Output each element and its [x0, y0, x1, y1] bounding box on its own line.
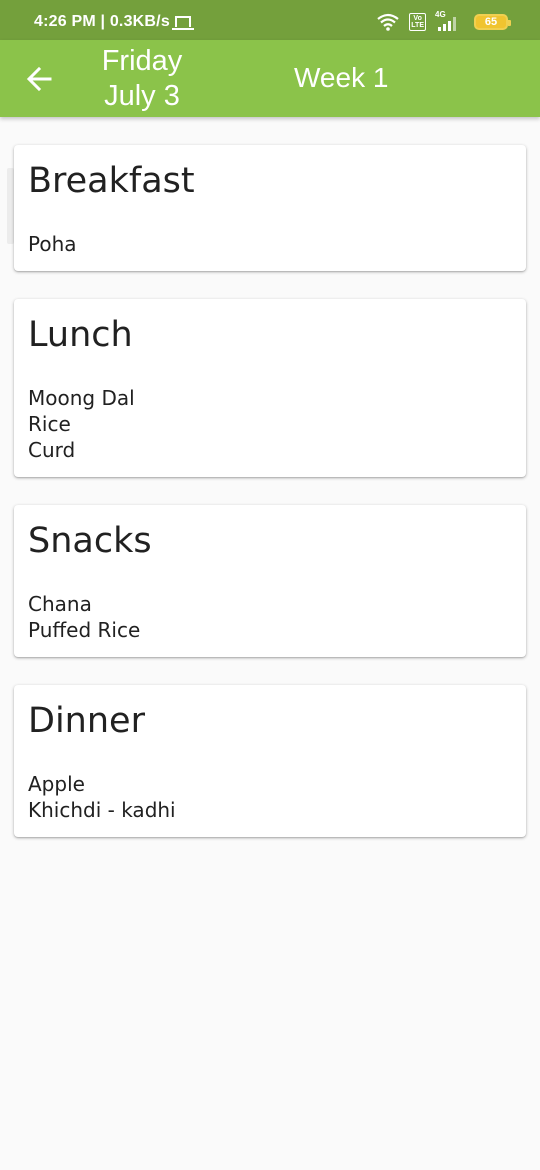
meal-item: Rice — [28, 412, 71, 436]
volte-top-label: Vo — [413, 15, 422, 22]
day-label: Friday — [101, 45, 183, 77]
meal-list: Breakfast Poha Lunch Moong Dal Rice Curd… — [14, 145, 526, 865]
week-title: Week 1 — [294, 62, 389, 93]
meal-items: Apple Khichdi - kadhi — [28, 771, 512, 823]
status-icons: Vo LTE 4G 65 — [377, 10, 511, 32]
meal-title: Dinner — [28, 701, 145, 741]
arrow-left-icon[interactable] — [26, 66, 52, 92]
back-button[interactable] — [20, 60, 58, 98]
meal-item: Chana — [28, 592, 92, 616]
meal-title: Snacks — [28, 521, 152, 561]
meal-item: Curd — [28, 438, 76, 462]
date-title: Friday July 3 — [82, 44, 202, 114]
meal-card-breakfast[interactable]: Breakfast Poha — [14, 145, 526, 271]
battery-icon: 65 — [474, 14, 511, 30]
meal-item: Puffed Rice — [28, 618, 141, 642]
meal-item: Poha — [28, 232, 77, 256]
meal-card-lunch[interactable]: Lunch Moong Dal Rice Curd — [14, 299, 526, 477]
edge-shadow — [7, 168, 14, 244]
volte-icon: Vo LTE — [409, 13, 426, 31]
date-label: July 3 — [104, 80, 180, 112]
meal-items: Moong Dal Rice Curd — [28, 385, 512, 463]
meal-item: Moong Dal — [28, 386, 135, 410]
meal-title: Lunch — [28, 315, 133, 355]
status-left: 4:26 PM | 0.3KB/s — [34, 13, 194, 31]
signal-bars — [438, 17, 456, 31]
wifi-icon — [377, 13, 399, 31]
status-time-speed: 4:26 PM | 0.3KB/s — [34, 13, 170, 30]
meal-item: Apple — [28, 772, 85, 796]
app-bar: Friday July 3 Week 1 — [0, 40, 540, 117]
meal-card-dinner[interactable]: Dinner Apple Khichdi - kadhi — [14, 685, 526, 837]
status-bar: 4:26 PM | 0.3KB/s Vo LTE 4G 65 — [0, 0, 540, 40]
meal-items: Chana Puffed Rice — [28, 591, 512, 643]
battery-cap — [508, 20, 511, 26]
volte-bottom-label: LTE — [411, 22, 424, 29]
meal-item: Khichdi - kadhi — [28, 798, 176, 822]
battery-level: 65 — [484, 16, 498, 28]
signal-icon: 4G — [434, 10, 460, 31]
meal-title: Breakfast — [28, 161, 195, 201]
meal-items: Poha — [28, 231, 512, 257]
meal-card-snacks[interactable]: Snacks Chana Puffed Rice — [14, 505, 526, 657]
laptop-icon — [171, 15, 194, 30]
